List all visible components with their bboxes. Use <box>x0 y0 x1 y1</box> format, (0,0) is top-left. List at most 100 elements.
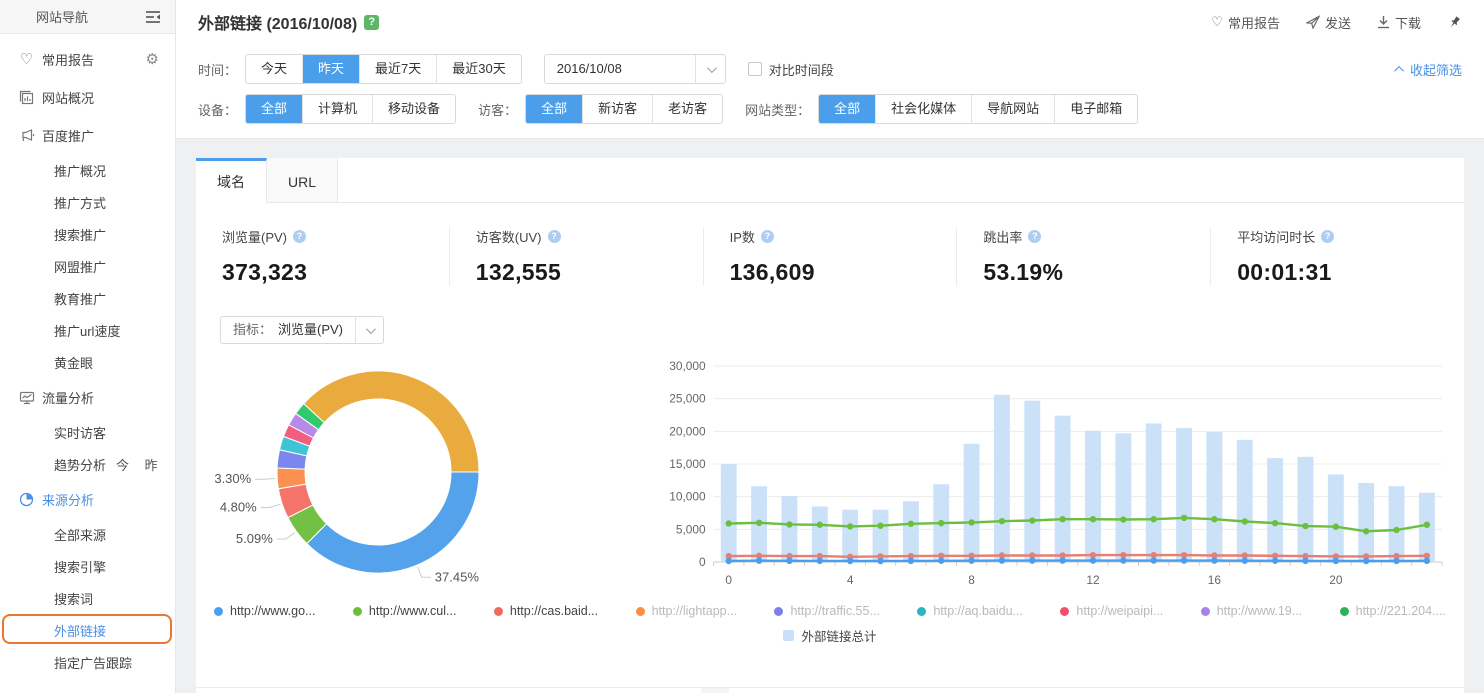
device-option-mobile[interactable]: 移动设备 <box>372 95 455 123</box>
sidebar-item-label: 教育推广 <box>54 289 106 308</box>
sidebar-item-wangzhangaikuang[interactable]: 网站概况 <box>0 78 175 116</box>
legend-item-url[interactable]: http://www.cul... <box>353 604 457 618</box>
chevron-down-icon[interactable] <box>355 317 383 343</box>
sidebar-item-shishifangke[interactable]: 实时访客 <box>0 416 175 448</box>
device-group: 全部 计算机 移动设备 <box>245 94 456 124</box>
bar-chart-svg: 05,00010,00015,00020,00025,00030,0000481… <box>656 352 1450 600</box>
sidebar-item-tuiguangurlsudu[interactable]: 推广url速度 <box>0 314 175 346</box>
sidebar-item-jiaoyutuiguang[interactable]: 教育推广 <box>0 282 175 314</box>
page-title: 外部链接 (2016/10/08) <box>198 10 357 34</box>
sidebar-item-label: 全部来源 <box>54 525 106 544</box>
sidebar-item-sousuoyinqing[interactable]: 搜索引擎 <box>0 550 175 582</box>
sitetype-option-email[interactable]: 电子邮箱 <box>1054 95 1137 123</box>
tab-domain[interactable]: 域名 <box>196 158 267 203</box>
sidebar-item-liuliangfenxi[interactable]: 流量分析 <box>0 378 175 416</box>
legend-item-total[interactable]: 外部链接总计 <box>783 626 876 645</box>
collapse-filters-link[interactable]: 收起筛选 <box>1397 60 1462 79</box>
sidebar-item-zhidingguanggaogenzong[interactable]: 指定广告跟踪 <box>0 646 175 678</box>
heart-icon: ♡ <box>18 51 35 68</box>
legend-label: http://traffic.55... <box>790 604 879 618</box>
series-square <box>783 630 794 641</box>
collapse-menu-icon[interactable] <box>145 10 161 24</box>
sidebar-item-baidutuiguang[interactable]: 百度推广 <box>0 116 175 154</box>
sidebar-item-qushifenxi[interactable]: 趋势分析 今 昨 <box>0 448 175 480</box>
stat-uv: 访客数(UV)? 132,555 <box>449 227 703 286</box>
tab-url[interactable]: URL <box>267 158 338 202</box>
question-icon[interactable]: ? <box>1321 230 1334 243</box>
legend-label: http://221.204.... <box>1356 604 1446 618</box>
sidebar-item-changyongbaogao[interactable]: ♡ 常用报告 ⚙ <box>0 40 175 78</box>
legend-item-url[interactable]: http://www.19... <box>1201 604 1302 618</box>
series-dot <box>1201 607 1210 616</box>
sidebar-item-sousuotuiguang[interactable]: 搜索推广 <box>0 218 175 250</box>
svg-text:0: 0 <box>725 573 732 587</box>
compare-period-label: 对比时间段 <box>769 60 834 79</box>
legend-item-url[interactable]: http://cas.baid... <box>494 604 598 618</box>
legend-label: http://weipaipi... <box>1076 604 1163 618</box>
sidebar-item-quanbulaiyuan[interactable]: 全部来源 <box>0 518 175 550</box>
favorite-report-button[interactable]: ♡ 常用报告 <box>1211 13 1280 32</box>
question-icon[interactable]: ? <box>761 230 774 243</box>
legend-label: http://cas.baid... <box>510 604 598 618</box>
device-option-all[interactable]: 全部 <box>246 95 302 123</box>
sitetype-option-nav[interactable]: 导航网站 <box>971 95 1054 123</box>
sidebar-item-wangmengtuiguang[interactable]: 网盟推广 <box>0 250 175 282</box>
sidebar-item-tuiguanggaikuang[interactable]: 推广概况 <box>0 154 175 186</box>
legend-item-url[interactable]: http://weipaipi... <box>1060 604 1163 618</box>
sidebar: 网站导航 ♡ 常用报告 ⚙ 网站概况 百度推广 <box>0 0 176 693</box>
monitor-icon <box>18 389 35 406</box>
sidebar-item-laiyuanfenxi[interactable]: 来源分析 <box>0 480 175 518</box>
svg-text:25,000: 25,000 <box>669 392 706 406</box>
sidebar-header: 网站导航 <box>0 0 175 34</box>
download-label: 下载 <box>1395 13 1421 32</box>
metric-select[interactable]: 指标：浏览量(PV) <box>220 316 384 344</box>
sidebar-item-label: 推广方式 <box>54 193 106 212</box>
metric-row: 指标：浏览量(PV) <box>196 294 1464 344</box>
visitor-option-new[interactable]: 新访客 <box>582 95 652 123</box>
legend-item-url[interactable]: http://lightapp... <box>636 604 737 618</box>
sidebar-item-huangjinyan[interactable]: 黄金眼 <box>0 346 175 378</box>
today-yesterday-shortcut[interactable]: 今 昨 <box>116 455 164 474</box>
report-card: 域名 URL 浏览量(PV)? 373,323 访客数(UV)? 132,555… <box>196 158 1464 693</box>
report-pages-icon <box>18 89 35 106</box>
question-icon[interactable]: ? <box>293 230 306 243</box>
sidebar-item-tuiguangfangshi[interactable]: 推广方式 <box>0 186 175 218</box>
time-option-last7[interactable]: 最近7天 <box>359 55 436 83</box>
sidebar-item-label: 外部链接 <box>54 621 106 640</box>
header-actions: ♡ 常用报告 发送 下载 <box>1211 13 1462 32</box>
visitor-option-all[interactable]: 全部 <box>526 95 582 123</box>
gear-icon[interactable]: ⚙ <box>146 50 159 68</box>
legend-item-url[interactable]: http://www.go... <box>214 604 315 618</box>
help-badge-icon[interactable]: ? <box>364 15 379 30</box>
visitor-option-returning[interactable]: 老访客 <box>652 95 722 123</box>
sidebar-item-label: 实时访客 <box>54 423 106 442</box>
sitetype-group: 全部 社会化媒体 导航网站 电子邮箱 <box>818 94 1138 124</box>
checkbox-box[interactable] <box>748 62 762 76</box>
compare-period-checkbox[interactable]: 对比时间段 <box>748 60 834 79</box>
time-option-last30[interactable]: 最近30天 <box>436 55 520 83</box>
chevron-down-icon[interactable] <box>695 55 725 83</box>
svg-text:10,000: 10,000 <box>669 490 706 504</box>
question-icon[interactable]: ? <box>1028 230 1041 243</box>
time-option-yesterday[interactable]: 昨天 <box>302 55 359 83</box>
legend-item-url[interactable]: http://221.204.... <box>1340 604 1446 618</box>
legend-item-url[interactable]: http://traffic.55... <box>774 604 879 618</box>
time-range-group: 今天 昨天 最近7天 最近30天 <box>245 54 522 84</box>
device-option-pc[interactable]: 计算机 <box>302 95 372 123</box>
stat-uv-label: 访客数(UV) <box>476 227 542 246</box>
series-dot <box>494 607 503 616</box>
download-button[interactable]: 下载 <box>1377 13 1421 32</box>
question-icon[interactable]: ? <box>548 230 561 243</box>
sitetype-option-social[interactable]: 社会化媒体 <box>875 95 971 123</box>
sidebar-item-sousuoci[interactable]: 搜索词 <box>0 582 175 614</box>
pin-button[interactable] <box>1447 15 1462 30</box>
date-select[interactable]: 2016/10/08 <box>544 54 726 84</box>
sidebar-item-waibulianjie[interactable]: 外部链接 <box>0 614 175 646</box>
sitetype-option-all[interactable]: 全部 <box>819 95 875 123</box>
time-filter-label: 时间： <box>198 60 237 79</box>
send-button[interactable]: 发送 <box>1306 13 1351 32</box>
time-option-today[interactable]: 今天 <box>246 55 302 83</box>
stat-duration-label: 平均访问时长 <box>1237 227 1315 246</box>
legend-item-url[interactable]: http://aq.baidu... <box>917 604 1023 618</box>
legend-label: 外部链接总计 <box>801 626 876 645</box>
